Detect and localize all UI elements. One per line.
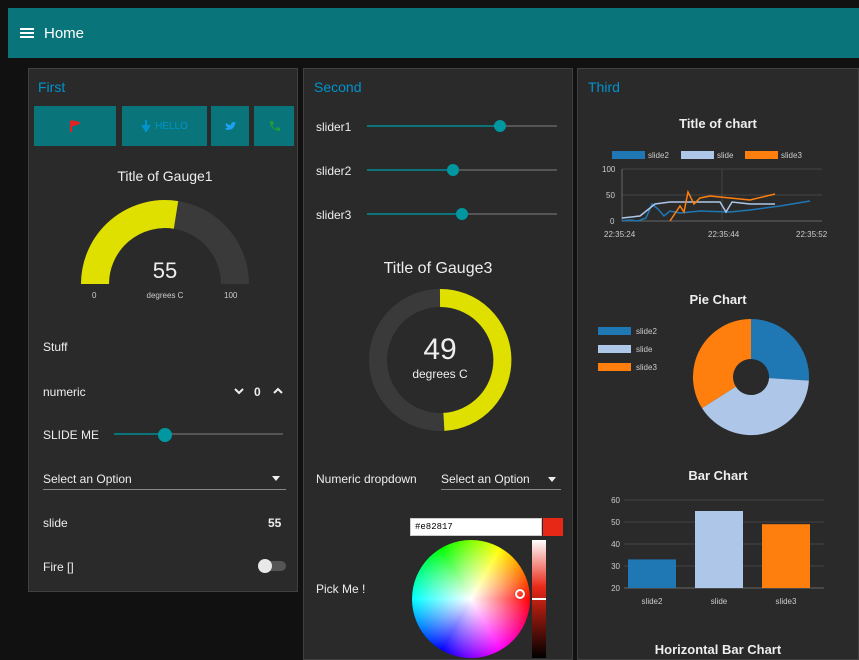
line-x-tick-3: 22:35:52 xyxy=(796,230,828,239)
line-x-tick-2: 22:35:44 xyxy=(708,230,740,239)
slider1-label: slider1 xyxy=(316,120,352,134)
pick-me-label: Pick Me ! xyxy=(316,582,366,596)
slider2-fill xyxy=(367,169,453,171)
bar-slide3 xyxy=(762,524,810,588)
line-legend-slide2: slide2 xyxy=(648,151,669,160)
numeric-label: numeric xyxy=(43,385,86,399)
fire-switch-knob xyxy=(258,559,272,573)
stuff-text: Stuff xyxy=(43,340,68,354)
twitter-button[interactable] xyxy=(211,106,249,146)
slider2-thumb[interactable] xyxy=(446,164,459,176)
group-title-first: First xyxy=(38,79,66,95)
line-legend-swatch-slide2 xyxy=(612,151,645,159)
slider1-thumb[interactable] xyxy=(494,120,506,132)
bar-slide2 xyxy=(628,559,676,588)
line-y-tick-0: 0 xyxy=(610,217,615,226)
slide-me-label: SLIDE ME xyxy=(43,428,100,442)
option-dropdown[interactable]: Select an Option xyxy=(43,472,132,486)
bar-y-tick-20: 20 xyxy=(611,584,620,593)
numeric-value[interactable]: 0 xyxy=(254,385,261,399)
gauge1-units: degrees C xyxy=(146,291,184,300)
pie-legend-slide3: slide3 xyxy=(636,363,657,372)
line-legend-slide3: slide3 xyxy=(781,151,802,160)
bar-y-tick-50: 50 xyxy=(611,518,620,527)
pie-chart xyxy=(692,318,810,436)
gauge1-min: 0 xyxy=(92,291,97,300)
pie-legend-slide2: slide2 xyxy=(636,327,657,336)
group-title-third: Third xyxy=(588,79,620,95)
line-legend-swatch-slide3 xyxy=(745,151,778,159)
group-first xyxy=(28,68,298,592)
page-title: Home xyxy=(44,24,85,42)
bar-chart: 60 50 40 30 20 slide2 slide slide3 xyxy=(611,496,824,606)
color-brightness-bar[interactable] xyxy=(532,540,546,658)
menu-icon[interactable] xyxy=(20,27,34,39)
hello-button[interactable]: HELLO xyxy=(122,106,207,146)
dashboard-page: Home First HELLO Title of Gauge1 55 degr… xyxy=(0,0,859,660)
gauge1-title: Title of Gauge1 xyxy=(117,168,213,184)
chevron-down-icon[interactable] xyxy=(233,386,245,396)
line-chart-title: Title of chart xyxy=(679,116,757,131)
line-series-slide2 xyxy=(621,200,811,222)
gauge3-title: Title of Gauge3 xyxy=(383,260,493,277)
slide-text-label: slide xyxy=(43,516,68,530)
top-app-bar: Home xyxy=(8,8,859,58)
color-hex-text: #e82817 xyxy=(415,522,453,532)
line-legend-swatch-slide xyxy=(681,151,714,159)
line-x-tick-1: 22:35:24 xyxy=(604,230,636,239)
slider1-fill xyxy=(367,125,500,127)
twitter-icon xyxy=(224,121,237,130)
pie-legend-swatch-slide2 xyxy=(598,327,631,335)
group-title-second: Second xyxy=(314,79,362,95)
line-legend-slide: slide xyxy=(717,151,734,160)
bar-y-tick-40: 40 xyxy=(611,540,620,549)
slide-me-thumb[interactable] xyxy=(157,428,172,442)
gauge3-value: 49 xyxy=(423,333,457,366)
chevron-up-icon[interactable] xyxy=(272,386,284,396)
slider3-fill xyxy=(367,213,462,215)
slider2-label: slider2 xyxy=(316,164,352,178)
color-wheel-cursor[interactable] xyxy=(515,589,525,599)
pie-legend-swatch-slide3 xyxy=(598,363,631,371)
bar-y-tick-60: 60 xyxy=(611,496,620,505)
fire-switch[interactable] xyxy=(258,559,286,573)
flag-icon xyxy=(70,120,80,132)
numeric-dropdown[interactable]: Select an Option xyxy=(441,472,530,486)
gauge1-value: 55 xyxy=(152,258,178,283)
phone-icon xyxy=(269,121,280,131)
pie-legend-slide: slide xyxy=(636,345,653,354)
bar-chart-title: Bar Chart xyxy=(688,468,748,483)
dropdown-underline xyxy=(43,489,286,490)
bolt-icon xyxy=(141,120,151,132)
gauge1-max: 100 xyxy=(224,291,238,300)
pie-slice-slide2 xyxy=(751,319,810,381)
numeric-dropdown-underline xyxy=(441,489,561,490)
hello-button-label: HELLO xyxy=(155,120,188,132)
slider3-thumb[interactable] xyxy=(456,208,468,220)
dropdown-caret-icon[interactable] xyxy=(272,476,280,481)
numeric-dropdown-label: Numeric dropdown xyxy=(316,472,417,486)
slide-text-value: 55 xyxy=(268,516,282,530)
fire-label: Fire [] xyxy=(43,560,74,574)
bar-x-label-slide2: slide2 xyxy=(642,597,663,606)
gauge3-units: degrees C xyxy=(412,367,468,381)
brightness-marker[interactable] xyxy=(532,598,546,600)
line-y-tick-100: 100 xyxy=(602,165,616,174)
flag-button[interactable] xyxy=(34,106,116,146)
numeric-dropdown-caret-icon[interactable] xyxy=(548,477,556,482)
bar-y-tick-30: 30 xyxy=(611,562,620,571)
line-chart: 100 50 0 22:35:24 22:35:44 22:35:52 xyxy=(602,165,828,239)
bar-x-label-slide: slide xyxy=(711,597,728,606)
color-preview-swatch xyxy=(543,518,563,536)
pie-legend-swatch-slide xyxy=(598,345,631,353)
pie-chart-title: Pie Chart xyxy=(689,292,747,307)
bar-x-label-slide3: slide3 xyxy=(776,597,797,606)
color-hex-field[interactable]: #e82817 xyxy=(410,518,542,536)
line-y-tick-50: 50 xyxy=(606,191,615,200)
hbar-chart-title: Horizontal Bar Chart xyxy=(654,642,782,657)
phone-button[interactable] xyxy=(254,106,294,146)
bar-slide xyxy=(695,511,743,588)
color-wheel[interactable] xyxy=(412,540,530,658)
slider3-label: slider3 xyxy=(316,208,352,222)
